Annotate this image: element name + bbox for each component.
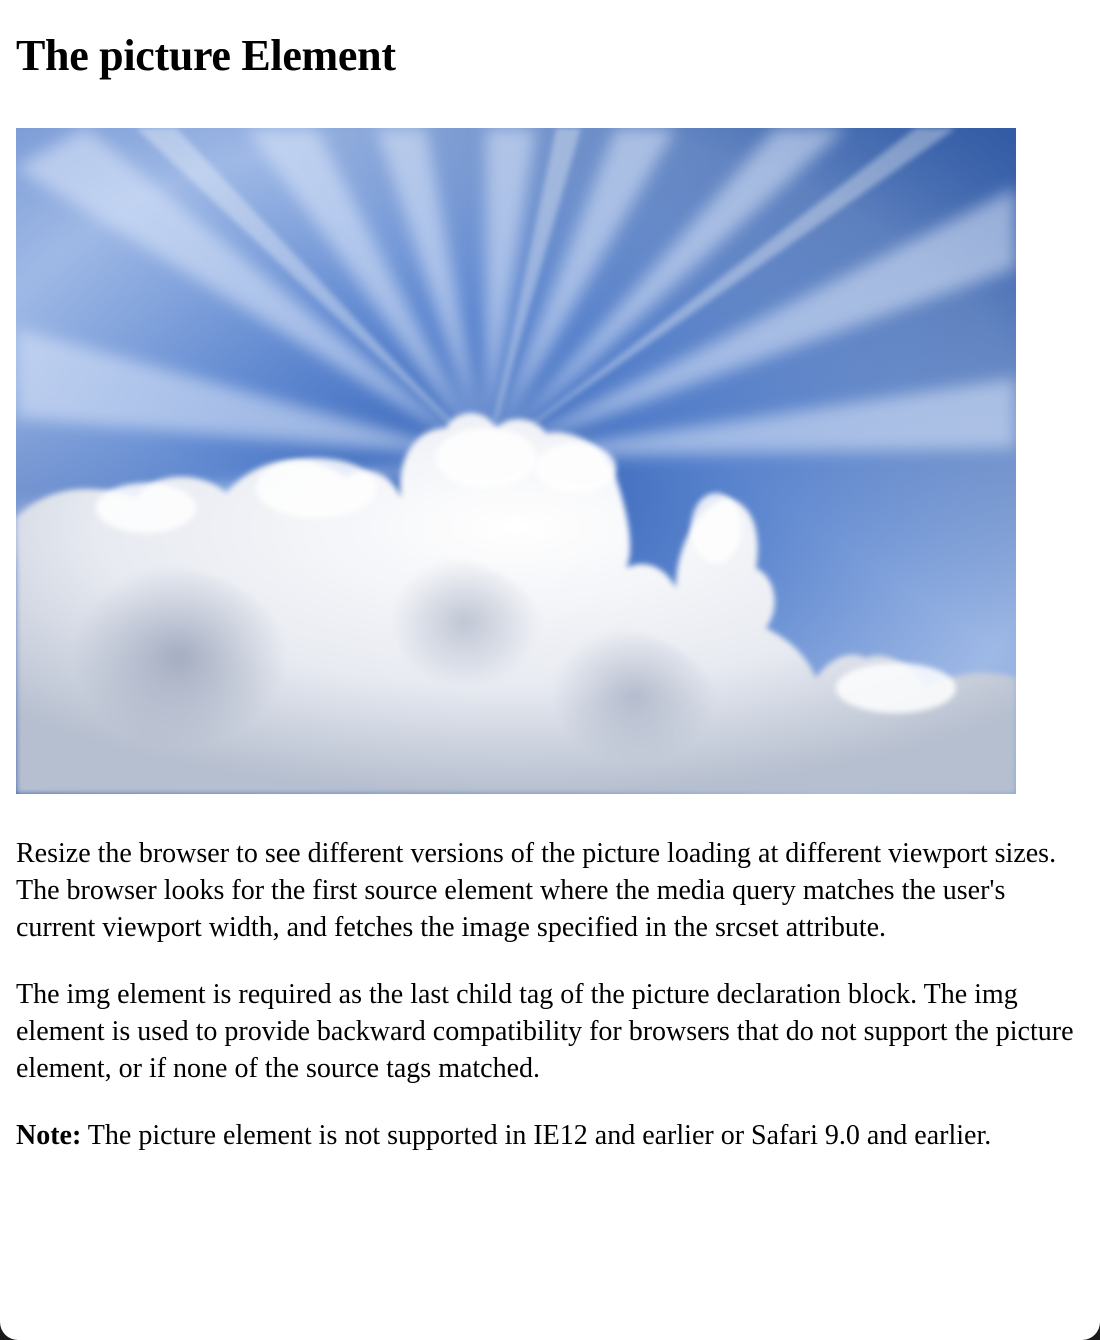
paragraph-resize: Resize the browser to see different vers…: [16, 838, 1057, 943]
page-title: The picture Element: [16, 31, 396, 80]
note-paragraph: Note: The picture element is not support…: [16, 1117, 1086, 1154]
note-label: Note:: [16, 1120, 82, 1151]
sky-clouds-picture: [16, 128, 1016, 794]
sky-clouds-image: [16, 128, 1016, 794]
paragraph-img-element: The img element is required as the last …: [16, 979, 1074, 1084]
note-text: The picture element is not supported in …: [81, 1120, 992, 1151]
description: Resize the browser to see different vers…: [16, 835, 1086, 1184]
page: The picture Element Resize the browser t…: [0, 0, 1100, 1340]
